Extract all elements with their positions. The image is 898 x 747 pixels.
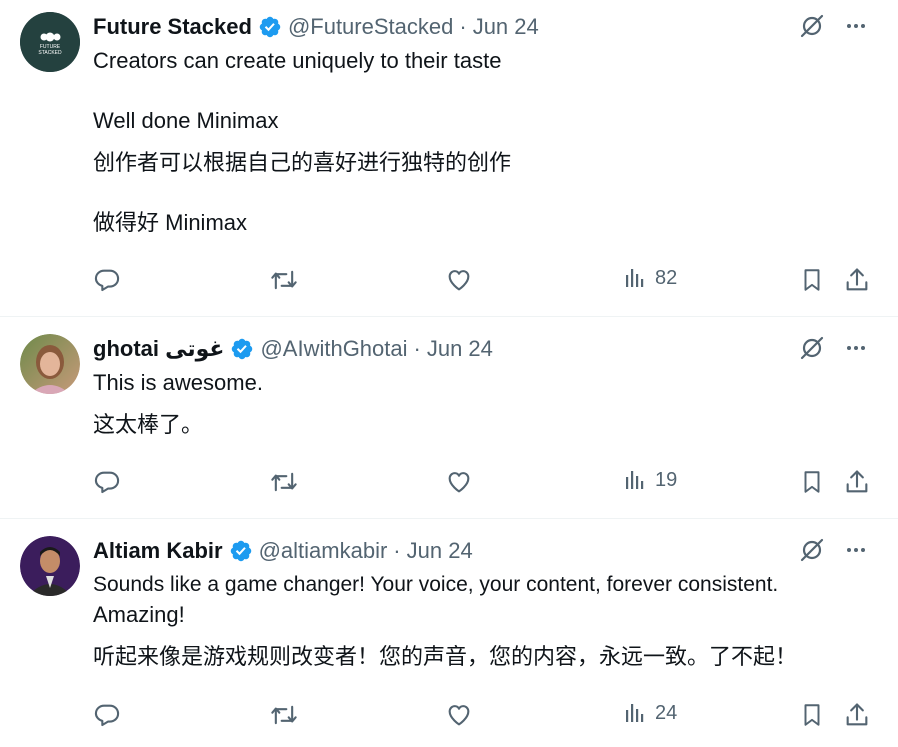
tweet-text: Creators can create uniquely to their ta…: [93, 46, 858, 238]
tweet-line: 做得好 Minimax: [93, 210, 248, 235]
reply-button[interactable]: [93, 266, 121, 294]
grok-icon[interactable]: [798, 12, 826, 40]
tweet[interactable]: ghotai غوتی @AIwithGhotai · Jun 24 This …: [0, 317, 898, 519]
tweet-line: Amazing!: [93, 602, 185, 627]
verified-badge-icon: [229, 539, 253, 563]
views-button[interactable]: 24: [623, 701, 677, 725]
views-count: 82: [655, 266, 678, 289]
more-options-icon[interactable]: [844, 14, 868, 38]
tweet-line: 这太棒了。: [93, 412, 204, 437]
views-count: 24: [655, 701, 678, 724]
separator-dot: ·: [459, 14, 467, 39]
reply-button[interactable]: [93, 468, 121, 496]
grok-icon[interactable]: [798, 334, 826, 362]
author-name[interactable]: Future Stacked: [93, 14, 252, 40]
tweet-line: Sounds like a game changer! Your voice, …: [93, 573, 779, 596]
svg-text:STACKED: STACKED: [38, 50, 62, 56]
author-name[interactable]: Altiam Kabir: [93, 538, 223, 564]
avatar[interactable]: FUTURE STACKED: [20, 12, 80, 72]
share-button[interactable]: [843, 468, 871, 496]
tweet[interactable]: Altiam Kabir @altiamkabir · Jun 24 Sound…: [0, 519, 898, 747]
tweet-line: 创作者可以根据自己的喜好进行独特的创作: [93, 150, 512, 175]
author-handle[interactable]: @altiamkabir: [259, 538, 388, 564]
verified-badge-icon: [230, 337, 254, 361]
views-count: 19: [655, 468, 678, 491]
separator-dot: ·: [393, 538, 401, 563]
tweet[interactable]: FUTURE STACKED Future Stacked @FutureSta…: [0, 0, 898, 317]
retweet-button[interactable]: [269, 701, 299, 729]
bookmark-button[interactable]: [799, 266, 825, 294]
retweet-button[interactable]: [269, 468, 299, 496]
avatar[interactable]: [20, 536, 80, 596]
like-button[interactable]: [445, 468, 473, 496]
tweet-text: This is awesome. 这太棒了。: [93, 368, 858, 440]
tweet-line: 听起来像是游戏规则改变者！您的声音，您的内容，永远一致。了不起！: [93, 644, 798, 669]
verified-badge-icon: [258, 15, 282, 39]
like-button[interactable]: [445, 266, 473, 294]
author-handle[interactable]: @AIwithGhotai: [260, 336, 407, 362]
tweet-line: Creators can create uniquely to their ta…: [93, 48, 502, 73]
timestamp[interactable]: Jun 24: [427, 336, 493, 362]
tweet-text: Sounds like a game changer! Your voice, …: [93, 570, 868, 672]
separator-dot: ·: [413, 336, 421, 361]
retweet-button[interactable]: [269, 266, 299, 294]
avatar[interactable]: [20, 334, 80, 394]
grok-icon[interactable]: [798, 536, 826, 564]
timestamp[interactable]: Jun 24: [473, 14, 539, 40]
tweet-line: Well done Minimax: [93, 108, 279, 133]
more-options-icon[interactable]: [844, 538, 868, 562]
like-button[interactable]: [445, 701, 473, 729]
timestamp[interactable]: Jun 24: [407, 538, 473, 564]
views-button[interactable]: 19: [623, 468, 677, 492]
author-handle[interactable]: @FutureStacked: [288, 14, 453, 40]
bookmark-button[interactable]: [799, 701, 825, 729]
tweet-line: This is awesome.: [93, 370, 263, 395]
author-name[interactable]: ghotai غوتی: [93, 336, 224, 362]
share-button[interactable]: [843, 266, 871, 294]
views-button[interactable]: 82: [623, 266, 677, 290]
bookmark-button[interactable]: [799, 468, 825, 496]
reply-button[interactable]: [93, 701, 121, 729]
share-button[interactable]: [843, 701, 871, 729]
more-options-icon[interactable]: [844, 336, 868, 360]
